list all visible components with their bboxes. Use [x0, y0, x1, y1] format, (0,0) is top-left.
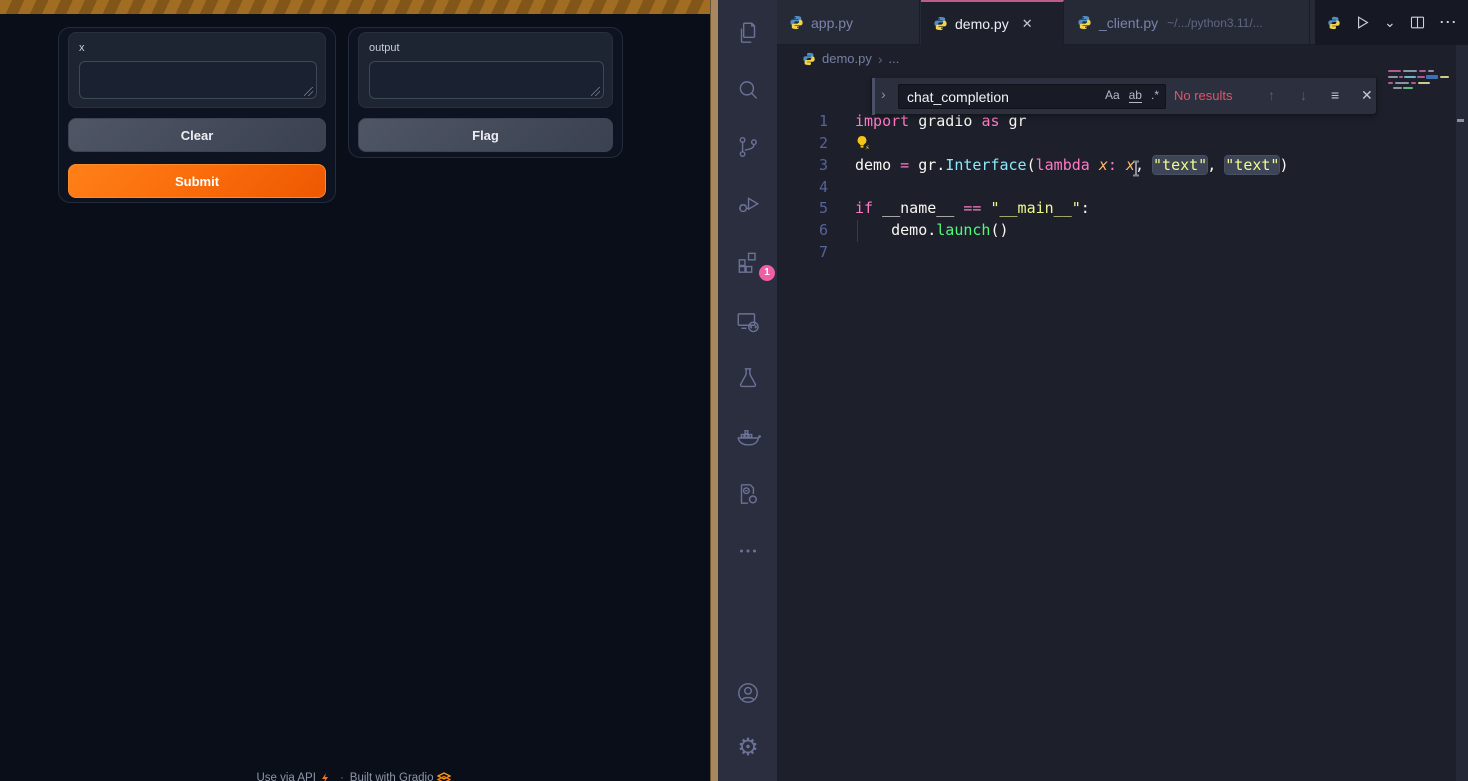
- tab-close-icon[interactable]: ✕: [1022, 16, 1033, 32]
- account-icon[interactable]: [735, 680, 761, 706]
- line-number: 4: [796, 177, 828, 199]
- extensions-badge: 1: [759, 265, 775, 281]
- scrollbar-track[interactable]: [1456, 45, 1468, 781]
- line-number: 2: [796, 133, 828, 155]
- find-widget: › Aa ab .* No results ↑ ↓ ≡ ✕: [871, 78, 1377, 115]
- remote-explorer-icon[interactable]: [735, 309, 761, 335]
- run-debug-icon[interactable]: [735, 191, 761, 217]
- python-file-icon: [789, 15, 804, 30]
- split-editor-icon[interactable]: [1409, 14, 1426, 31]
- input-textarea-x[interactable]: [79, 61, 317, 99]
- python-file-icon: [802, 52, 816, 66]
- built-with-gradio-link[interactable]: Built with Gradio: [350, 772, 434, 781]
- run-dropdown-chevron-icon[interactable]: ⌄: [1384, 14, 1396, 31]
- find-expand-chevron-icon[interactable]: ›: [881, 86, 886, 102]
- breadcrumb-file[interactable]: demo.py: [822, 51, 872, 66]
- python-file-icon: [1077, 15, 1092, 30]
- close-find-icon[interactable]: ✕: [1361, 87, 1373, 104]
- more-views-icon[interactable]: [735, 538, 761, 564]
- code-editor[interactable]: 1 2 3 4 5 6 7 import gradio as gr demo =…: [777, 72, 1456, 781]
- line-number: 1: [796, 111, 828, 133]
- run-file-icon[interactable]: [1354, 14, 1371, 31]
- overview-ruler-marker: [1457, 119, 1464, 122]
- more-actions-icon[interactable]: ⋯: [1439, 12, 1457, 33]
- source-control-icon[interactable]: [735, 134, 761, 160]
- breadcrumb[interactable]: demo.py › ...: [777, 45, 1468, 72]
- tab-path-detail: ~/.../python3.11/...: [1167, 16, 1263, 30]
- line-number: 7: [796, 242, 828, 264]
- gradio-app-panel: x Clear Submit output Flag Use via API · B…: [0, 0, 710, 781]
- find-in-selection-icon[interactable]: ≡: [1331, 87, 1339, 103]
- textbox-block-output: output: [358, 32, 613, 108]
- search-icon[interactable]: [735, 77, 761, 103]
- api-plug-icon: [319, 772, 331, 781]
- code-line-6: demo.launch(): [855, 220, 1009, 242]
- activity-bar: 1 ⚙: [718, 0, 777, 781]
- code-line-3: demo = gr.Interface(lambda x: x, "text",…: [855, 155, 1289, 177]
- textbox-block-x: x: [68, 32, 326, 108]
- mouse-ibeam-cursor: [1131, 160, 1141, 182]
- tab-label: _client.py: [1099, 15, 1158, 31]
- footer-separator: ·: [340, 772, 344, 781]
- resize-grip-icon[interactable]: [591, 87, 600, 96]
- editor-actions: ⌄ ⋯: [1315, 0, 1468, 45]
- gradio-logo-icon: [437, 772, 451, 781]
- explorer-icon[interactable]: [735, 20, 761, 46]
- docker-icon[interactable]: [735, 425, 761, 451]
- regex-icon[interactable]: .*: [1151, 88, 1159, 103]
- use-via-api-link[interactable]: Use via API: [256, 772, 315, 781]
- input-column-card: x Clear Submit: [58, 27, 336, 203]
- tab-label: demo.py: [955, 16, 1009, 32]
- tab-label: app.py: [811, 15, 853, 31]
- tab-demo-py[interactable]: demo.py ✕: [921, 0, 1064, 45]
- match-case-icon[interactable]: Aa: [1105, 88, 1120, 103]
- find-input-box: Aa ab .*: [898, 84, 1166, 109]
- lightbulb-code-action-icon[interactable]: [855, 135, 870, 156]
- find-resize-sash[interactable]: [872, 78, 875, 115]
- minimap[interactable]: [1388, 66, 1452, 96]
- screen: x Clear Submit output Flag Use via API · B…: [0, 0, 1468, 781]
- testing-beaker-icon[interactable]: [735, 365, 761, 391]
- whole-word-icon[interactable]: ab: [1129, 88, 1142, 103]
- output-column-card: output Flag: [348, 27, 623, 158]
- textbox-label-x: x: [79, 42, 85, 54]
- window-divider-strip[interactable]: [710, 0, 718, 781]
- find-results-status: No results: [1174, 88, 1233, 103]
- flag-button[interactable]: Flag: [358, 118, 613, 152]
- tab-bar: app.py demo.py ✕ _client.py ~/.../python…: [777, 0, 1468, 45]
- extensions-icon[interactable]: 1: [735, 249, 761, 275]
- find-input[interactable]: [899, 85, 1089, 108]
- submit-button[interactable]: Submit: [68, 164, 326, 198]
- tab-app-py[interactable]: app.py: [777, 0, 920, 45]
- tab-client-py[interactable]: _client.py ~/.../python3.11/...: [1065, 0, 1310, 45]
- textbox-label-output: output: [369, 42, 400, 54]
- settings-gear-icon[interactable]: ⚙: [735, 735, 761, 761]
- gradio-footer: Use via API · Built with Gradio: [0, 772, 710, 781]
- output-textarea[interactable]: [369, 61, 604, 99]
- previous-match-icon[interactable]: ↑: [1268, 87, 1275, 103]
- task-config-icon[interactable]: [735, 481, 761, 507]
- resize-grip-icon[interactable]: [304, 87, 313, 96]
- progress-stripe-bar: [0, 0, 710, 14]
- breadcrumb-separator-icon: ›: [878, 51, 883, 67]
- vscode-panel: 1 ⚙ app.p: [718, 0, 1468, 781]
- clear-button[interactable]: Clear: [68, 118, 326, 152]
- breadcrumb-more[interactable]: ...: [889, 51, 900, 66]
- line-number: 6: [796, 220, 828, 242]
- next-match-icon[interactable]: ↓: [1300, 87, 1307, 103]
- code-line-5: if __name__ == "__main__":: [855, 198, 1090, 220]
- python-file-icon: [933, 16, 948, 31]
- line-number: 5: [796, 198, 828, 220]
- line-number: 3: [796, 155, 828, 177]
- python-interpreter-icon[interactable]: [1327, 16, 1341, 30]
